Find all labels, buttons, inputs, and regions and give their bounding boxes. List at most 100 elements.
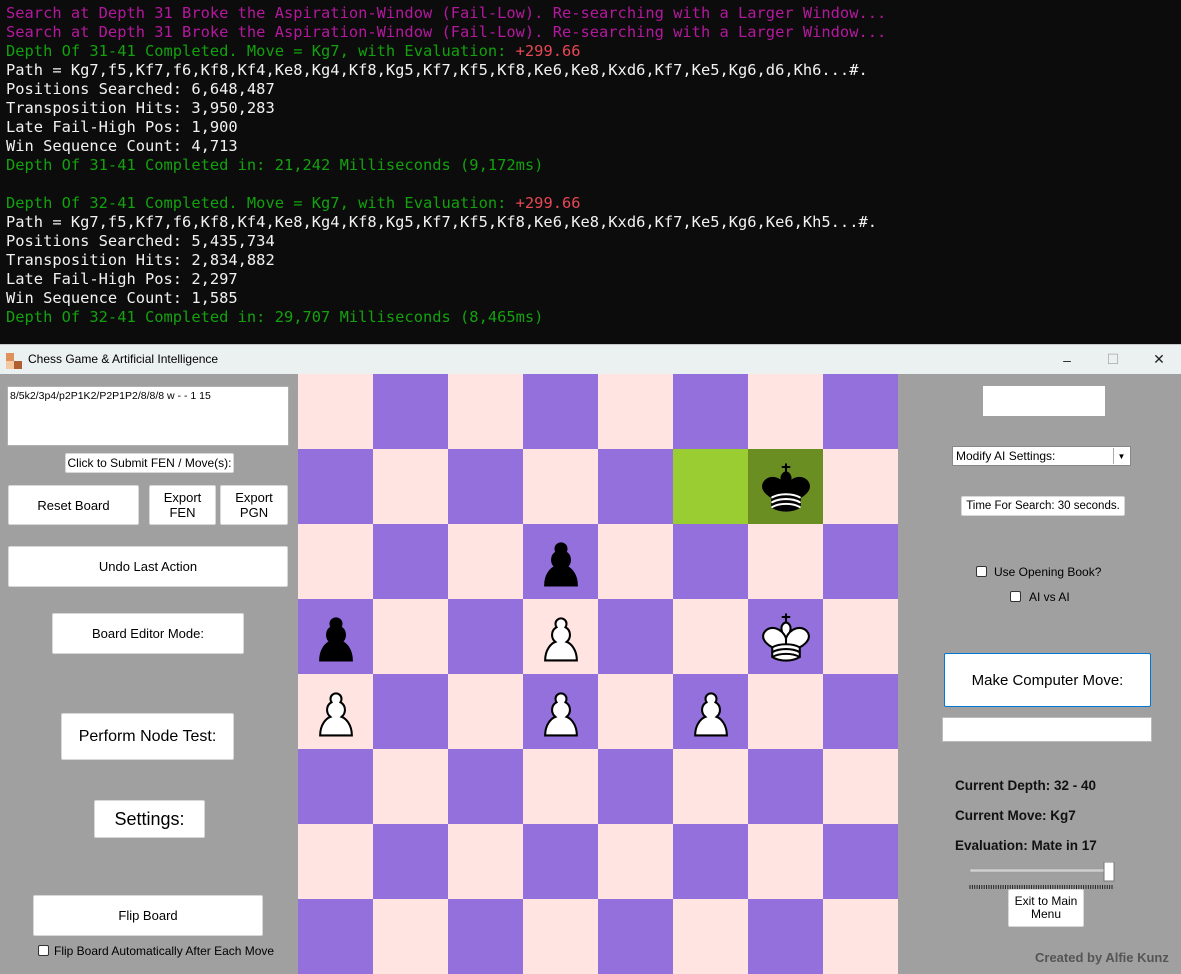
square-d1[interactable] <box>523 899 598 974</box>
square-f6[interactable] <box>673 524 748 599</box>
exit-to-main-menu-button[interactable]: Exit to Main Menu <box>1008 889 1084 927</box>
square-e4[interactable] <box>598 674 673 749</box>
square-g1[interactable] <box>748 899 823 974</box>
square-d7[interactable] <box>523 449 598 524</box>
square-a2[interactable] <box>298 824 373 899</box>
square-g2[interactable] <box>748 824 823 899</box>
flip-auto-label: Flip Board Automatically After Each Move <box>54 944 275 958</box>
square-c8[interactable] <box>448 374 523 449</box>
square-c7[interactable] <box>448 449 523 524</box>
square-d5[interactable] <box>523 599 598 674</box>
square-a8[interactable] <box>298 374 373 449</box>
white-pawn-icon[interactable] <box>530 606 592 668</box>
square-d8[interactable] <box>523 374 598 449</box>
make-computer-move-button[interactable]: Make Computer Move: <box>944 653 1151 707</box>
chevron-down-icon[interactable]: ▼ <box>1113 448 1129 464</box>
submit-fen-button[interactable]: Click to Submit FEN / Move(s): <box>65 453 234 473</box>
slider-thumb[interactable] <box>1103 862 1115 882</box>
square-f2[interactable] <box>673 824 748 899</box>
square-b8[interactable] <box>373 374 448 449</box>
ai-vs-ai-checkbox[interactable] <box>1010 591 1021 602</box>
export-fen-button[interactable]: Export FEN <box>149 485 216 525</box>
export-pgn-button[interactable]: Export PGN <box>220 485 288 525</box>
square-a1[interactable] <box>298 899 373 974</box>
square-f3[interactable] <box>673 749 748 824</box>
square-h7[interactable] <box>823 449 898 524</box>
black-pawn-icon[interactable] <box>530 531 592 593</box>
square-f5[interactable] <box>673 599 748 674</box>
square-e5[interactable] <box>598 599 673 674</box>
square-b6[interactable] <box>373 524 448 599</box>
square-a3[interactable] <box>298 749 373 824</box>
square-c4[interactable] <box>448 674 523 749</box>
white-pawn-icon[interactable] <box>680 681 742 743</box>
opening-book-checkbox[interactable] <box>976 566 987 577</box>
square-e8[interactable] <box>598 374 673 449</box>
square-e6[interactable] <box>598 524 673 599</box>
square-b3[interactable] <box>373 749 448 824</box>
square-e1[interactable] <box>598 899 673 974</box>
square-g4[interactable] <box>748 674 823 749</box>
black-pawn-icon[interactable] <box>305 606 367 668</box>
square-e3[interactable] <box>598 749 673 824</box>
square-c3[interactable] <box>448 749 523 824</box>
square-c5[interactable] <box>448 599 523 674</box>
square-c2[interactable] <box>448 824 523 899</box>
close-button[interactable]: ✕ <box>1136 345 1181 374</box>
fen-input[interactable]: 8/5k2/3p4/p2P1K2/P2P1P2/8/8/8 w - - 1 15 <box>7 386 289 446</box>
undo-last-action-button[interactable]: Undo Last Action <box>8 546 288 587</box>
maximize-button[interactable]: ☐ <box>1090 345 1136 374</box>
ai-settings-dropdown[interactable]: Modify AI Settings: ▼ <box>952 446 1131 466</box>
square-d6[interactable] <box>523 524 598 599</box>
white-pawn-icon[interactable] <box>530 681 592 743</box>
square-h3[interactable] <box>823 749 898 824</box>
square-g3[interactable] <box>748 749 823 824</box>
black-king-icon[interactable] <box>755 456 817 518</box>
square-d4[interactable] <box>523 674 598 749</box>
square-d2[interactable] <box>523 824 598 899</box>
chess-board[interactable] <box>298 374 898 974</box>
flip-board-button[interactable]: Flip Board <box>33 895 263 936</box>
time-for-search-label: Time For Search: 30 seconds. <box>961 496 1125 516</box>
square-b2[interactable] <box>373 824 448 899</box>
console-text: +299.66 <box>515 194 581 212</box>
square-a4[interactable] <box>298 674 373 749</box>
perform-node-test-button[interactable]: Perform Node Test: <box>61 713 234 760</box>
board-editor-mode-button[interactable]: Board Editor Mode: <box>52 613 244 654</box>
square-f1[interactable] <box>673 899 748 974</box>
square-h8[interactable] <box>823 374 898 449</box>
square-e2[interactable] <box>598 824 673 899</box>
square-h5[interactable] <box>823 599 898 674</box>
square-c1[interactable] <box>448 899 523 974</box>
square-c6[interactable] <box>448 524 523 599</box>
square-b5[interactable] <box>373 599 448 674</box>
square-b7[interactable] <box>373 449 448 524</box>
square-e7[interactable] <box>598 449 673 524</box>
square-g5[interactable] <box>748 599 823 674</box>
time-slider[interactable] <box>968 862 1118 890</box>
square-a6[interactable] <box>298 524 373 599</box>
white-pawn-icon[interactable] <box>305 681 367 743</box>
square-g7[interactable] <box>748 449 823 524</box>
square-d3[interactable] <box>523 749 598 824</box>
square-a5[interactable] <box>298 599 373 674</box>
square-b4[interactable] <box>373 674 448 749</box>
square-h1[interactable] <box>823 899 898 974</box>
white-king-icon[interactable] <box>755 606 817 668</box>
square-f8[interactable] <box>673 374 748 449</box>
console-text: Late Fail-High Pos: 2,297 <box>6 270 238 288</box>
reset-board-button[interactable]: Reset Board <box>8 485 139 525</box>
square-g6[interactable] <box>748 524 823 599</box>
minimize-button[interactable]: – <box>1044 345 1090 374</box>
square-b1[interactable] <box>373 899 448 974</box>
square-h6[interactable] <box>823 524 898 599</box>
square-h4[interactable] <box>823 674 898 749</box>
square-a7[interactable] <box>298 449 373 524</box>
console-line: Win Sequence Count: 1,585 <box>6 289 238 308</box>
square-f7[interactable] <box>673 449 748 524</box>
settings-button[interactable]: Settings: <box>94 800 205 838</box>
square-f4[interactable] <box>673 674 748 749</box>
square-g8[interactable] <box>748 374 823 449</box>
square-h2[interactable] <box>823 824 898 899</box>
flip-auto-checkbox[interactable] <box>38 945 49 956</box>
